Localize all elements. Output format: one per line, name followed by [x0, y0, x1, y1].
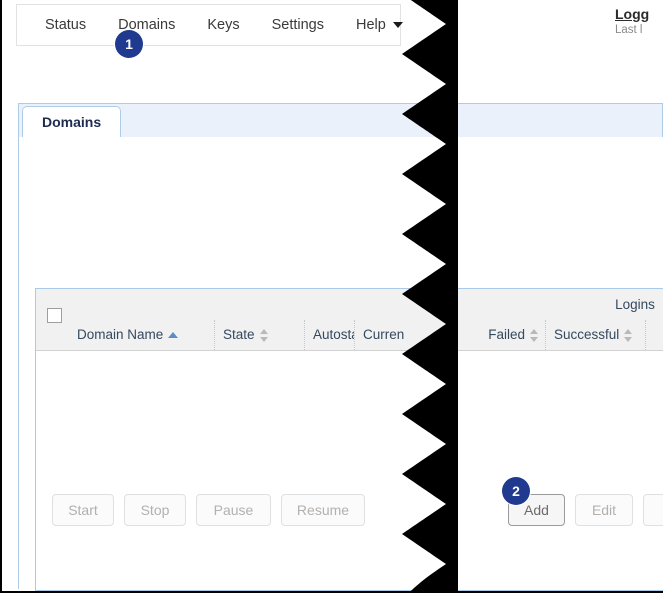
sort-toggle-icon[interactable]: [624, 329, 633, 342]
resume-button: Resume: [281, 494, 365, 526]
grid-column-header-label: Autostar: [313, 327, 354, 342]
sort-toggle-icon[interactable]: [530, 329, 539, 342]
menu-item-keys[interactable]: Keys: [191, 5, 255, 45]
grid-column-header-faile[interactable]: Faile: [645, 320, 663, 350]
sort-toggle-icon[interactable]: [260, 329, 269, 342]
sort-ascending-icon[interactable]: [168, 332, 178, 338]
grid-column-header-failed[interactable]: Failed: [456, 320, 545, 350]
step-badge-2: 2: [502, 477, 530, 505]
grid-column-header-curren[interactable]: Curren: [354, 320, 409, 350]
step-badge-1: 1: [115, 30, 143, 58]
stop-button: Stop: [124, 494, 186, 526]
last-login-text: Last l: [615, 24, 663, 36]
grid-column-header-label: Successful: [554, 327, 619, 342]
grid-column-header-successful[interactable]: Successful: [545, 320, 645, 350]
edit-button: Edit: [575, 494, 633, 526]
grid-column-header-label: State: [223, 327, 255, 342]
de-button: De: [643, 494, 663, 526]
start-button: Start: [52, 494, 114, 526]
tab-domains[interactable]: Domains: [22, 106, 121, 137]
menu-item-help[interactable]: Help: [340, 5, 419, 45]
grid-column-header-autostar[interactable]: Autostar: [304, 320, 354, 350]
grid-group-header-logins: Logins: [545, 289, 663, 320]
logged-in-link[interactable]: Logg: [615, 6, 663, 22]
domains-grid: Logins Domain Name State Autostar Curren Fai…: [35, 288, 663, 591]
grid-body-empty[interactable]: [36, 351, 663, 590]
account-block: Logg Last l: [615, 6, 663, 36]
grid-header: Logins Domain Name State Autostar Curren Fai…: [36, 289, 663, 351]
grid-column-header-label: Domain Name: [77, 327, 163, 342]
grid-column-header-state[interactable]: State: [214, 320, 304, 350]
grid-group-header-row: Logins: [36, 289, 663, 320]
grid-column-header-label: Failed: [488, 327, 525, 342]
main-menu-bar: Status Domains Keys Settings Help: [16, 4, 401, 46]
app-window: Status Domains Keys Settings Help Logg L…: [0, 0, 663, 593]
grid-column-header-row: Domain Name State Autostar Curren Failed Succ…: [36, 320, 663, 350]
tab-bar: Domains: [18, 103, 663, 138]
grid-column-header-label: Curren: [363, 327, 404, 342]
menu-item-settings[interactable]: Settings: [256, 5, 340, 45]
grid-column-header-domain-name[interactable]: Domain Name: [69, 320, 214, 350]
chevron-down-icon: [393, 22, 403, 28]
pause-button: Pause: [196, 494, 271, 526]
menu-item-help-label: Help: [356, 17, 386, 33]
domains-panel: Logins Domain Name State Autostar Curren Fai…: [18, 137, 663, 589]
menu-item-status[interactable]: Status: [31, 5, 102, 45]
